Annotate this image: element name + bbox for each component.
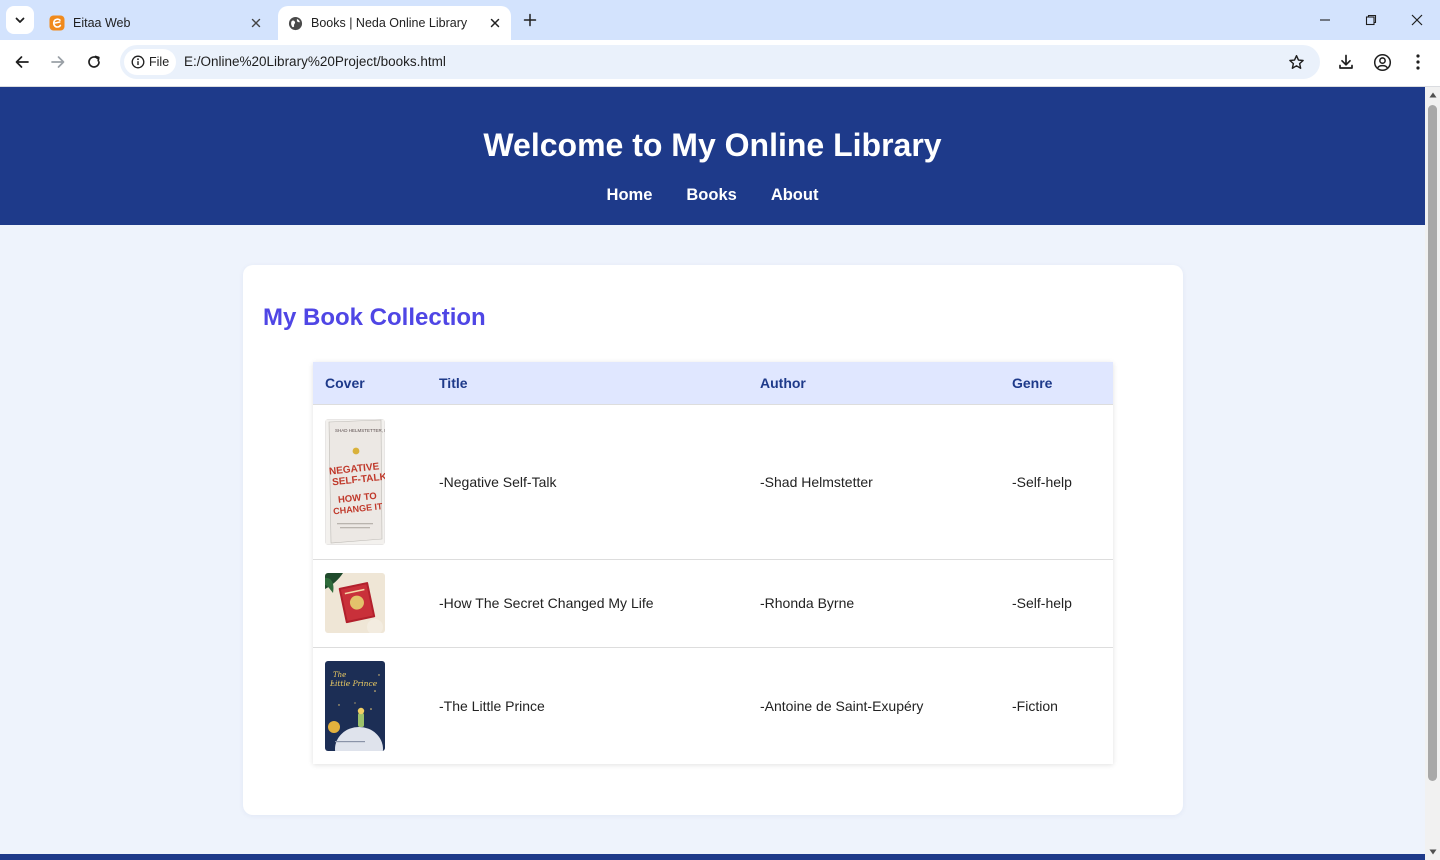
close-tab-icon[interactable] — [246, 13, 266, 33]
book-genre-cell: -Self-help — [1000, 403, 1113, 559]
book-collection-card: My Book Collection Cover Title Author Ge… — [243, 265, 1183, 815]
svg-text:SHAD HELMSTETTER, PhD: SHAD HELMSTETTER, PhD — [335, 428, 385, 433]
tab-strip: Eitaa Web Books | Neda Online Library — [0, 0, 1440, 40]
book-title-cell: -How The Secret Changed My Life — [427, 558, 748, 647]
arrow-right-icon — [51, 56, 65, 68]
profile-button[interactable] — [1371, 51, 1393, 73]
books-table: Cover Title Author Genre SHAD HELMSTETTE… — [313, 362, 1113, 764]
account-icon — [1373, 53, 1391, 71]
minimize-button[interactable] — [1302, 4, 1348, 36]
nav-home[interactable]: Home — [607, 186, 653, 205]
book-genre-cell: -Self-help — [1000, 558, 1113, 647]
eitaa-favicon-icon — [49, 15, 65, 31]
book-author-cell: -Shad Helmstetter — [748, 403, 1000, 559]
table-row: SHAD HELMSTETTER, PhD NEGATIVE SELF-TALK… — [313, 403, 1113, 559]
table-header-row: Cover Title Author Genre — [313, 362, 1113, 404]
book-author-cell: -Rhonda Byrne — [748, 558, 1000, 647]
negative-self-talk-cover-image: SHAD HELMSTETTER, PhD NEGATIVE SELF-TALK… — [325, 418, 385, 545]
cover-text: The — [333, 671, 346, 679]
triangle-down-icon — [1429, 849, 1436, 855]
forward-button[interactable] — [43, 47, 73, 77]
restore-icon — [1365, 14, 1377, 26]
cover-cell: The Little Prince — [313, 646, 427, 764]
restore-button[interactable] — [1348, 4, 1394, 36]
nav-books[interactable]: Books — [686, 186, 736, 205]
new-tab-button[interactable] — [518, 8, 542, 32]
downloads-button[interactable] — [1335, 51, 1357, 73]
column-header-author: Author — [748, 362, 1000, 404]
book-author-cell: -Antoine de Saint-Exupéry — [748, 646, 1000, 764]
site-info-label: File — [149, 55, 170, 69]
how-the-secret-changed-my-life-cover-image — [325, 573, 385, 633]
site-title: Welcome to My Online Library — [483, 127, 942, 163]
minimize-icon — [1320, 19, 1330, 21]
cover-cell: SHAD HELMSTETTER, PhD NEGATIVE SELF-TALK… — [313, 403, 427, 559]
arrow-left-icon — [15, 56, 29, 68]
chevron-down-icon — [15, 17, 25, 23]
book-title-cell: -The Little Prince — [427, 646, 748, 764]
column-header-title: Title — [427, 362, 748, 404]
page-scrollbar[interactable] — [1425, 87, 1440, 860]
reload-icon — [88, 55, 100, 68]
site-info-chip[interactable]: File — [124, 49, 176, 75]
menu-button[interactable] — [1407, 51, 1429, 73]
nav-about[interactable]: About — [771, 186, 819, 205]
browser-toolbar: File E:/Online%20Library%20Project/books… — [0, 40, 1440, 87]
tab-title: Books | Neda Online Library — [311, 16, 468, 30]
address-bar[interactable]: File E:/Online%20Library%20Project/books… — [120, 45, 1320, 79]
close-icon — [1411, 14, 1423, 26]
scrollbar-thumb[interactable] — [1428, 105, 1437, 781]
site-nav: Home Books About — [0, 186, 1425, 205]
page-viewport: Welcome to My Online Library Home Books … — [0, 87, 1425, 860]
cover-text: Little Prince — [329, 679, 378, 688]
close-tab-icon[interactable] — [485, 13, 505, 33]
the-little-prince-cover-image: The Little Prince — [325, 660, 385, 751]
url-text[interactable]: E:/Online%20Library%20Project/books.html — [184, 54, 446, 69]
column-header-genre: Genre — [1000, 362, 1113, 404]
star-icon — [1288, 54, 1304, 69]
scroll-up-button[interactable] — [1425, 87, 1440, 103]
column-header-cover: Cover — [313, 362, 427, 404]
triangle-up-icon — [1429, 92, 1436, 98]
close-window-button[interactable] — [1394, 4, 1440, 36]
site-header: Welcome to My Online Library Home Books … — [0, 87, 1425, 225]
bookmark-button[interactable] — [1286, 52, 1306, 72]
tab-search-button[interactable] — [6, 6, 34, 34]
download-icon — [1339, 54, 1353, 69]
tab-eitaa[interactable]: Eitaa Web — [40, 6, 272, 40]
reload-button[interactable] — [79, 47, 109, 77]
book-genre-cell: -Fiction — [1000, 646, 1113, 764]
table-row: -How The Secret Changed My Life -Rhonda … — [313, 558, 1113, 647]
globe-favicon-icon — [287, 15, 303, 31]
book-title-cell: -Negative Self-Talk — [427, 403, 748, 559]
scroll-down-button[interactable] — [1425, 844, 1440, 860]
info-icon — [131, 55, 145, 69]
tab-books[interactable]: Books | Neda Online Library — [278, 6, 511, 40]
table-row: The Little Prince -The Little Prince -An… — [313, 646, 1113, 764]
footer-edge — [0, 854, 1425, 860]
plus-icon — [523, 13, 537, 27]
cover-cell — [313, 558, 427, 647]
page-title: My Book Collection — [263, 304, 486, 331]
more-vert-icon — [1416, 54, 1420, 70]
back-button[interactable] — [7, 47, 37, 77]
tab-title: Eitaa Web — [73, 16, 131, 30]
